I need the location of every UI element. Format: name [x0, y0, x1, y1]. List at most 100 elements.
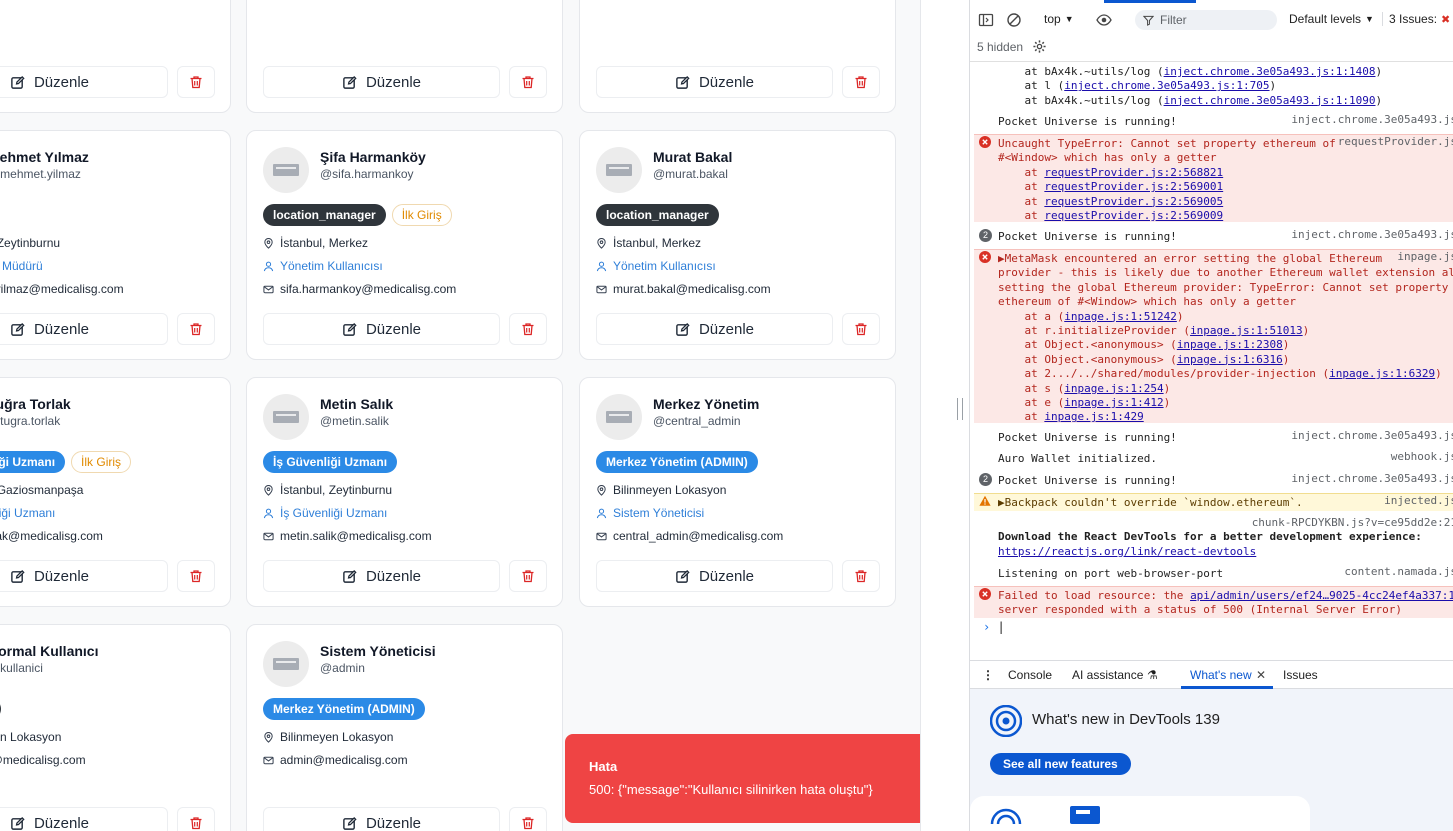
source-link[interactable]: inject.chrome.3e05a493.js — [1291, 429, 1453, 443]
console-toolbar: top ▼ Filter Default levels ▼ 3 Issues: ✖ 5… — [970, 0, 1453, 62]
user-icon — [596, 508, 607, 519]
role-badges: İş Güvenliği Uzmanı — [263, 451, 398, 473]
source-link[interactable]: inject.chrome.3e05a493.js — [1291, 228, 1453, 242]
edit-icon — [676, 322, 690, 336]
see-all-features-button[interactable]: See all new features — [990, 753, 1131, 775]
edit-button[interactable]: Düzenle — [263, 560, 500, 592]
console-log[interactable]: Listening on port web-browser-port conten… — [974, 565, 1453, 583]
source-link[interactable]: inject.chrome.3e05a493.js — [1291, 113, 1453, 127]
devtools-drawer: ⋮ Console AI assistance ⚗ What's new ✕ I… — [970, 660, 1453, 831]
edit-button[interactable]: Düzenle — [596, 313, 833, 345]
levels-select[interactable]: Default levels ▼ — [1289, 12, 1374, 26]
delete-button[interactable] — [509, 66, 547, 98]
clear-console-icon[interactable] — [1006, 12, 1022, 28]
line-text: İstanbul, Merkez — [280, 236, 369, 250]
edit-button[interactable]: Düzenle — [0, 560, 168, 592]
console-log[interactable]: at bAx4k.~utils/log (inject.chrome.3e05a… — [974, 63, 1453, 107]
error-icon — [979, 136, 991, 148]
console-log[interactable]: 2 Pocket Universe is running! inject.chrom… — [974, 472, 1453, 490]
console-error[interactable]: ▶MetaMask encountered an error setting t… — [974, 249, 1453, 423]
devtools-splitter[interactable] — [920, 0, 970, 831]
source-link[interactable]: inpage.js — [1397, 250, 1453, 264]
company-logo-icon — [606, 164, 632, 176]
tab-whats-new[interactable]: What's new — [1190, 668, 1252, 682]
avatar — [263, 641, 309, 687]
console-log[interactable]: chunk-RPCDYKBN.js?v=ce95dd2e:21 Download… — [974, 514, 1453, 564]
user-name: Merkez Yönetim — [653, 396, 760, 412]
source-link[interactable]: content.namada.js — [1344, 565, 1453, 579]
user-handle: @kullanici — [0, 661, 43, 675]
edit-button[interactable]: Düzenle — [263, 66, 500, 98]
edit-button[interactable]: Düzenle — [0, 66, 168, 98]
hidden-label: 5 hidden — [977, 39, 1024, 54]
delete-button[interactable] — [509, 807, 547, 831]
mail-icon — [596, 284, 607, 295]
delete-button[interactable] — [509, 313, 547, 345]
trash-icon — [855, 570, 867, 583]
first-login-badge: İlk Giriş — [71, 451, 132, 473]
issues-counter[interactable]: 3 Issues: ✖ — [1382, 12, 1450, 26]
user-card: Normal Kullanıcı @kullanici Kullanıcı Bilin… — [0, 624, 231, 831]
delete-button[interactable] — [177, 313, 215, 345]
location-icon — [263, 484, 274, 496]
tab-issues[interactable]: Issues — [1283, 668, 1318, 682]
whats-new-card[interactable] — [970, 796, 1310, 831]
console-warning[interactable]: ▶Backpack couldn't override `window.ethe… — [974, 493, 1453, 511]
settings-gear-icon[interactable] — [1032, 39, 1047, 54]
delete-button[interactable] — [177, 807, 215, 831]
edit-button[interactable]: Düzenle — [263, 313, 500, 345]
console-log[interactable]: Pocket Universe is running! inject.chrome… — [974, 113, 1453, 131]
console-error[interactable]: Failed to load resource: the api/admin/u… — [974, 586, 1453, 618]
role-badges: Kullanıcı — [0, 698, 2, 720]
user-line[interactable]: İş Güvenliği Uzmanı — [263, 506, 387, 520]
source-link[interactable]: inject.chrome.3e05a493.js — [1291, 472, 1453, 486]
console-log[interactable]: Pocket Universe is running! inject.chrome… — [974, 429, 1453, 447]
tab-console[interactable]: Console — [1008, 668, 1052, 682]
user-handle: @tugra.torlak — [0, 414, 61, 428]
eye-icon[interactable] — [1096, 12, 1112, 28]
edit-button[interactable]: Düzenle — [596, 560, 833, 592]
source-link[interactable]: webhook.js — [1391, 450, 1453, 464]
splitter-grip[interactable] — [957, 398, 963, 420]
location-line: Bilinmeyen Lokasyon — [263, 730, 393, 744]
user-line[interactable]: Hizmetler Müdürü — [0, 259, 43, 273]
role-badge: Kullanıcı — [0, 698, 2, 720]
location-line: Bilinmeyen Lokasyon — [0, 730, 61, 744]
user-line[interactable]: İş Güvenliği Uzmanı — [0, 506, 55, 520]
edit-button[interactable]: Düzenle — [0, 807, 168, 831]
chrome-devtools-logo-icon — [990, 705, 1022, 737]
close-tab-icon[interactable]: ✕ — [1256, 668, 1266, 682]
line-text: Bilinmeyen Lokasyon — [613, 483, 727, 497]
console-error[interactable]: Uncaught TypeError: Cannot set property … — [974, 134, 1453, 222]
user-line[interactable]: Sistem Yöneticisi — [596, 506, 704, 520]
drawer-menu-icon[interactable]: ⋮ — [982, 668, 994, 682]
console-prompt[interactable]: › | — [983, 620, 1005, 634]
sidebar-toggle-icon[interactable] — [978, 12, 994, 28]
error-toast[interactable]: Hata 500: {"message":"Kullanıcı silinirk… — [565, 734, 933, 823]
delete-button[interactable] — [842, 313, 880, 345]
delete-button[interactable] — [177, 560, 215, 592]
edit-label: Düzenle — [698, 567, 755, 585]
source-link[interactable]: injected.js — [1384, 494, 1453, 508]
user-name: Murat Bakal — [653, 149, 733, 165]
user-name: Tuğra Torlak — [0, 396, 71, 412]
context-select[interactable]: top ▼ — [1044, 12, 1074, 26]
user-line[interactable]: Yönetim Kullanıcısı — [263, 259, 383, 273]
delete-button[interactable] — [842, 560, 880, 592]
delete-button[interactable] — [842, 66, 880, 98]
filter-input[interactable]: Filter — [1135, 10, 1277, 30]
console-log[interactable]: Auro Wallet initialized. webhook.js — [974, 450, 1453, 468]
delete-button[interactable] — [177, 66, 215, 98]
avatar — [596, 147, 642, 193]
tab-ai-assistance[interactable]: AI assistance — [1072, 668, 1143, 682]
delete-button[interactable] — [509, 560, 547, 592]
edit-button[interactable]: Düzenle — [596, 66, 833, 98]
user-line[interactable]: Yönetim Kullanıcısı — [596, 259, 716, 273]
edit-button[interactable]: Düzenle — [0, 313, 168, 345]
edit-button[interactable]: Düzenle — [263, 807, 500, 831]
line-text: İstanbul, Gaziosmanpaşa — [0, 483, 84, 497]
trash-icon — [855, 323, 867, 336]
trash-icon — [190, 323, 202, 336]
source-link[interactable]: requestProvider.js — [1338, 135, 1453, 149]
console-log[interactable]: 2 Pocket Universe is running! inject.chrom… — [974, 228, 1453, 246]
